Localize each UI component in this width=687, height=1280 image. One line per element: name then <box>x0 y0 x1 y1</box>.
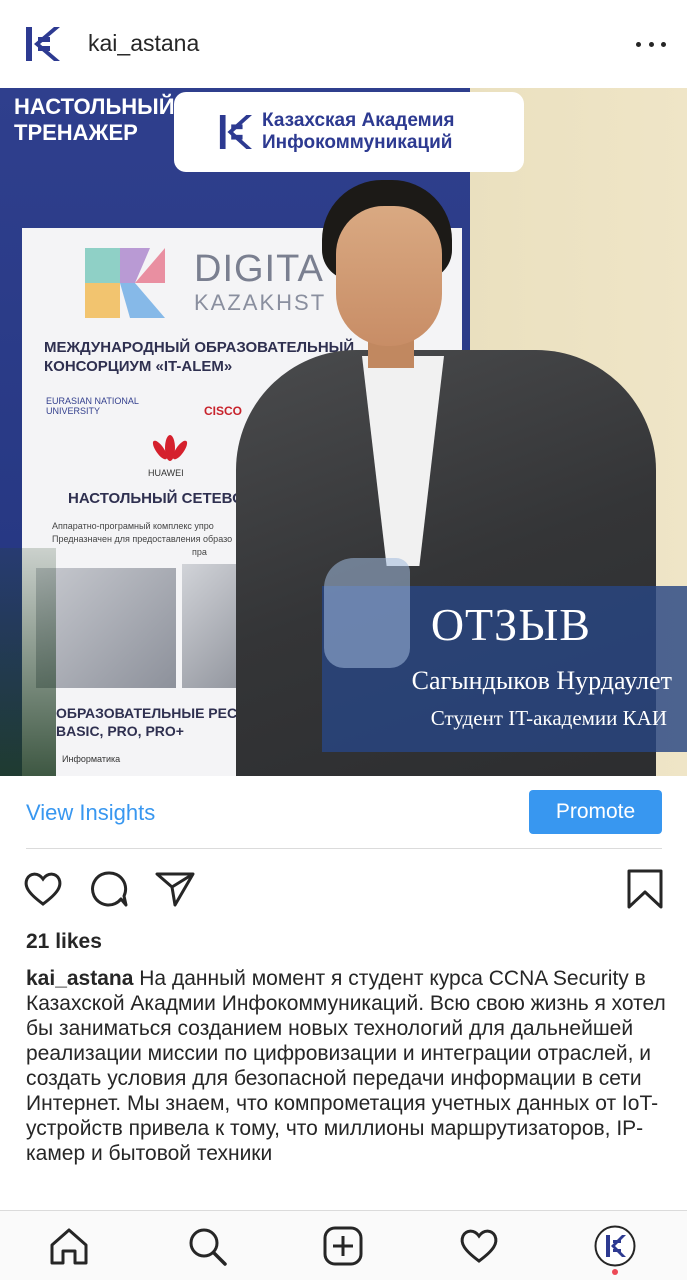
poster-device-image <box>36 568 176 688</box>
caption-username[interactable]: kai_astana <box>26 967 133 990</box>
kai-badge-line: Казахская Академия <box>262 110 455 131</box>
send-icon[interactable] <box>154 868 196 910</box>
kai-logo-icon <box>219 115 252 149</box>
post-caption: kai_astana На данный момент я студент ку… <box>26 966 666 1166</box>
bottom-navigation <box>0 1210 687 1280</box>
kai-badge-text: Казахская Академия Инфокоммуникаций <box>262 110 455 154</box>
enu-logo-text: EURASIAN NATIONAL UNIVERSITY <box>46 396 139 416</box>
poster-brand-sub: KAZAKHST <box>194 290 327 315</box>
digital-kazakhstan-logo-icon <box>85 248 165 318</box>
bookmark-icon[interactable] <box>624 868 666 910</box>
person-face <box>336 206 442 346</box>
divider <box>26 848 662 849</box>
notification-dot <box>612 1269 618 1275</box>
poster-informatics: Информатика <box>62 754 121 764</box>
thumbs-up-hand <box>324 558 410 668</box>
home-icon[interactable] <box>48 1225 90 1267</box>
profile-avatar-icon[interactable] <box>594 1225 636 1267</box>
poster-brand: DIGITA <box>194 248 324 290</box>
cisco-logo-text: CISCO <box>204 404 243 418</box>
review-name: Сагындыков Нурдаулет <box>411 666 672 695</box>
post-photo[interactable]: НАСТОЛЬНЫЙ ТРЕНАЖЕР DIGITA KAZAKHST МЕЖД… <box>0 88 687 776</box>
post-username[interactable]: kai_astana <box>88 30 199 57</box>
review-subtitle: Студент IT-академии КАИ <box>430 706 667 730</box>
view-insights-link[interactable]: View Insights <box>26 800 155 826</box>
kai-logo-icon[interactable] <box>22 24 62 64</box>
kai-badge-line: Инфокоммуникаций <box>262 132 453 153</box>
christmas-tree <box>0 548 56 776</box>
kai-badge: Казахская Академия Инфокоммуникаций <box>174 92 524 172</box>
heart-icon[interactable] <box>22 868 64 910</box>
banner-text: НАСТОЛЬНЫЙ ТРЕНАЖЕР <box>14 94 175 145</box>
post-header: kai_astana <box>0 0 687 88</box>
caption-text: На данный момент я студент курса CCNA Se… <box>26 967 666 1165</box>
search-icon[interactable] <box>186 1225 228 1267</box>
promote-button[interactable]: Promote <box>529 790 662 834</box>
more-horizontal-icon[interactable] <box>636 34 666 54</box>
activity-heart-icon[interactable] <box>458 1225 500 1267</box>
insights-row: View Insights Promote <box>0 776 687 848</box>
likes-count[interactable]: 21 likes <box>26 930 102 954</box>
comment-icon[interactable] <box>88 868 130 910</box>
huawei-logo-text: HUAWEI <box>148 468 184 478</box>
post-actions <box>0 858 687 918</box>
add-post-icon[interactable] <box>322 1225 364 1267</box>
huawei-logo-icon <box>152 435 188 461</box>
